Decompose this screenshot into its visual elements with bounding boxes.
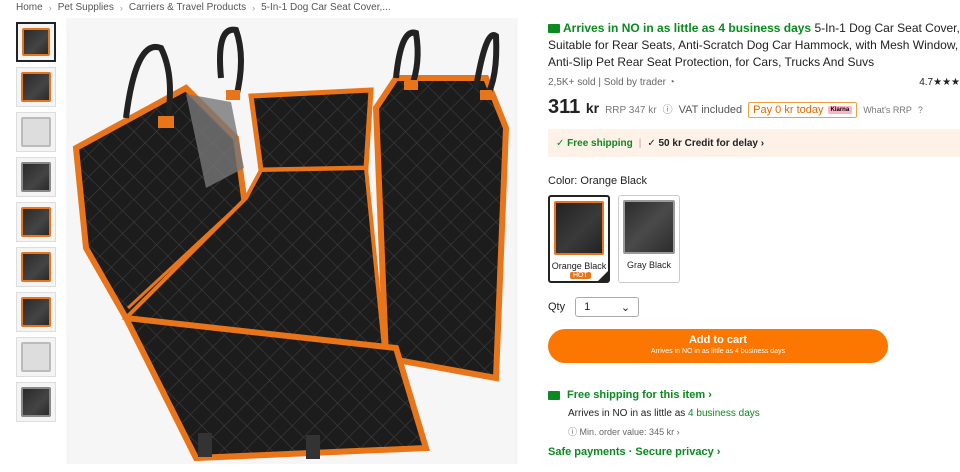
- breadcrumb-current: 5-In-1 Dog Car Seat Cover,...: [261, 2, 391, 13]
- rating[interactable]: 4.7★★★: [919, 77, 960, 88]
- seller-link[interactable]: Sold by trader: [604, 77, 666, 88]
- hot-badge: HOT: [570, 272, 591, 279]
- promo-banner[interactable]: ✓ Free shipping | ✓ 50 kr Credit for del…: [548, 129, 960, 157]
- price: 311 kr: [548, 96, 600, 118]
- price-row: 311 kr RRP 347 kr ⓘ VAT included Pay 0 k…: [548, 96, 960, 119]
- arrival-text: Arrives in NO in as little as 4 business…: [563, 21, 812, 35]
- thumbnail-list: [16, 22, 60, 427]
- thumbnail-2[interactable]: [16, 67, 56, 107]
- free-shipping-item-link[interactable]: Free shipping for this item ›: [548, 389, 960, 401]
- thumbnail-7[interactable]: [16, 292, 56, 332]
- product-title: Arrives in NO in as little as 4 business…: [548, 20, 960, 71]
- free-shipping-promo: ✓ Free shipping: [556, 137, 633, 149]
- main-product-image[interactable]: [66, 18, 518, 464]
- truck-icon: [548, 24, 560, 33]
- breadcrumb-home[interactable]: Home: [16, 2, 43, 13]
- thumbnail-8[interactable]: [16, 337, 56, 377]
- add-to-cart-button[interactable]: Add to cart Arrives in NO in as little a…: [548, 329, 888, 363]
- whats-rrp-link[interactable]: What's RRP: [863, 105, 912, 115]
- check-icon: [597, 270, 609, 282]
- product-meta: 2,5K+ sold | Sold by trader ◔ 4.7★★★: [548, 77, 960, 88]
- pay-later-box[interactable]: Pay 0 kr today Klarna: [748, 102, 858, 118]
- help-icon[interactable]: ?: [918, 105, 923, 115]
- quantity-row: Qty 1 ⌄: [548, 297, 960, 317]
- credit-promo: ✓ 50 kr Credit for delay ›: [647, 137, 765, 149]
- seller-icon: ◔: [668, 77, 675, 88]
- color-options: Orange Black HOT Gray Black: [548, 195, 960, 283]
- info-icon: ⓘ: [568, 427, 578, 437]
- color-label: Color: Orange Black: [548, 175, 648, 187]
- thumbnail-5[interactable]: [16, 202, 56, 242]
- vat-label: VAT included: [678, 104, 743, 116]
- klarna-logo: Klarna: [827, 106, 853, 114]
- thumbnail-9[interactable]: [16, 382, 56, 422]
- swatch-gray-black[interactable]: Gray Black: [618, 195, 680, 283]
- seat-cover-illustration: [72, 26, 510, 462]
- thumbnail-4[interactable]: [16, 157, 56, 197]
- chevron-right-icon: ›: [119, 2, 123, 13]
- chevron-right-icon: ›: [252, 2, 256, 13]
- info-icon[interactable]: ⓘ: [663, 101, 673, 116]
- breadcrumb-pet-supplies[interactable]: Pet Supplies: [58, 2, 114, 13]
- thumbnail-3[interactable]: [16, 112, 56, 152]
- qty-label: Qty: [548, 301, 566, 313]
- safe-payments-link[interactable]: Safe payments · Secure privacy ›: [548, 446, 960, 458]
- product-info: Arrives in NO in as little as 4 business…: [548, 20, 960, 458]
- min-order-value[interactable]: ⓘ Min. order value: 345 kr ›: [568, 425, 960, 438]
- quantity-select[interactable]: 1 ⌄: [575, 297, 640, 317]
- chevron-right-icon: ›: [48, 2, 52, 13]
- product-page: Home › Pet Supplies › Carriers & Travel …: [0, 0, 960, 472]
- chevron-down-icon: ⌄: [620, 301, 631, 314]
- sold-count: 2,5K+ sold: [548, 77, 596, 88]
- swatch-orange-black[interactable]: Orange Black HOT: [548, 195, 610, 283]
- breadcrumb-carriers[interactable]: Carriers & Travel Products: [129, 2, 246, 13]
- truck-icon: [548, 390, 560, 400]
- shipping-arrival: Arrives in NO in as little as 4 business…: [568, 408, 760, 419]
- rrp-price: RRP 347 kr: [605, 105, 657, 116]
- thumbnail-6[interactable]: [16, 247, 56, 287]
- thumbnail-1[interactable]: [16, 22, 56, 62]
- breadcrumb: Home › Pet Supplies › Carriers & Travel …: [16, 2, 391, 13]
